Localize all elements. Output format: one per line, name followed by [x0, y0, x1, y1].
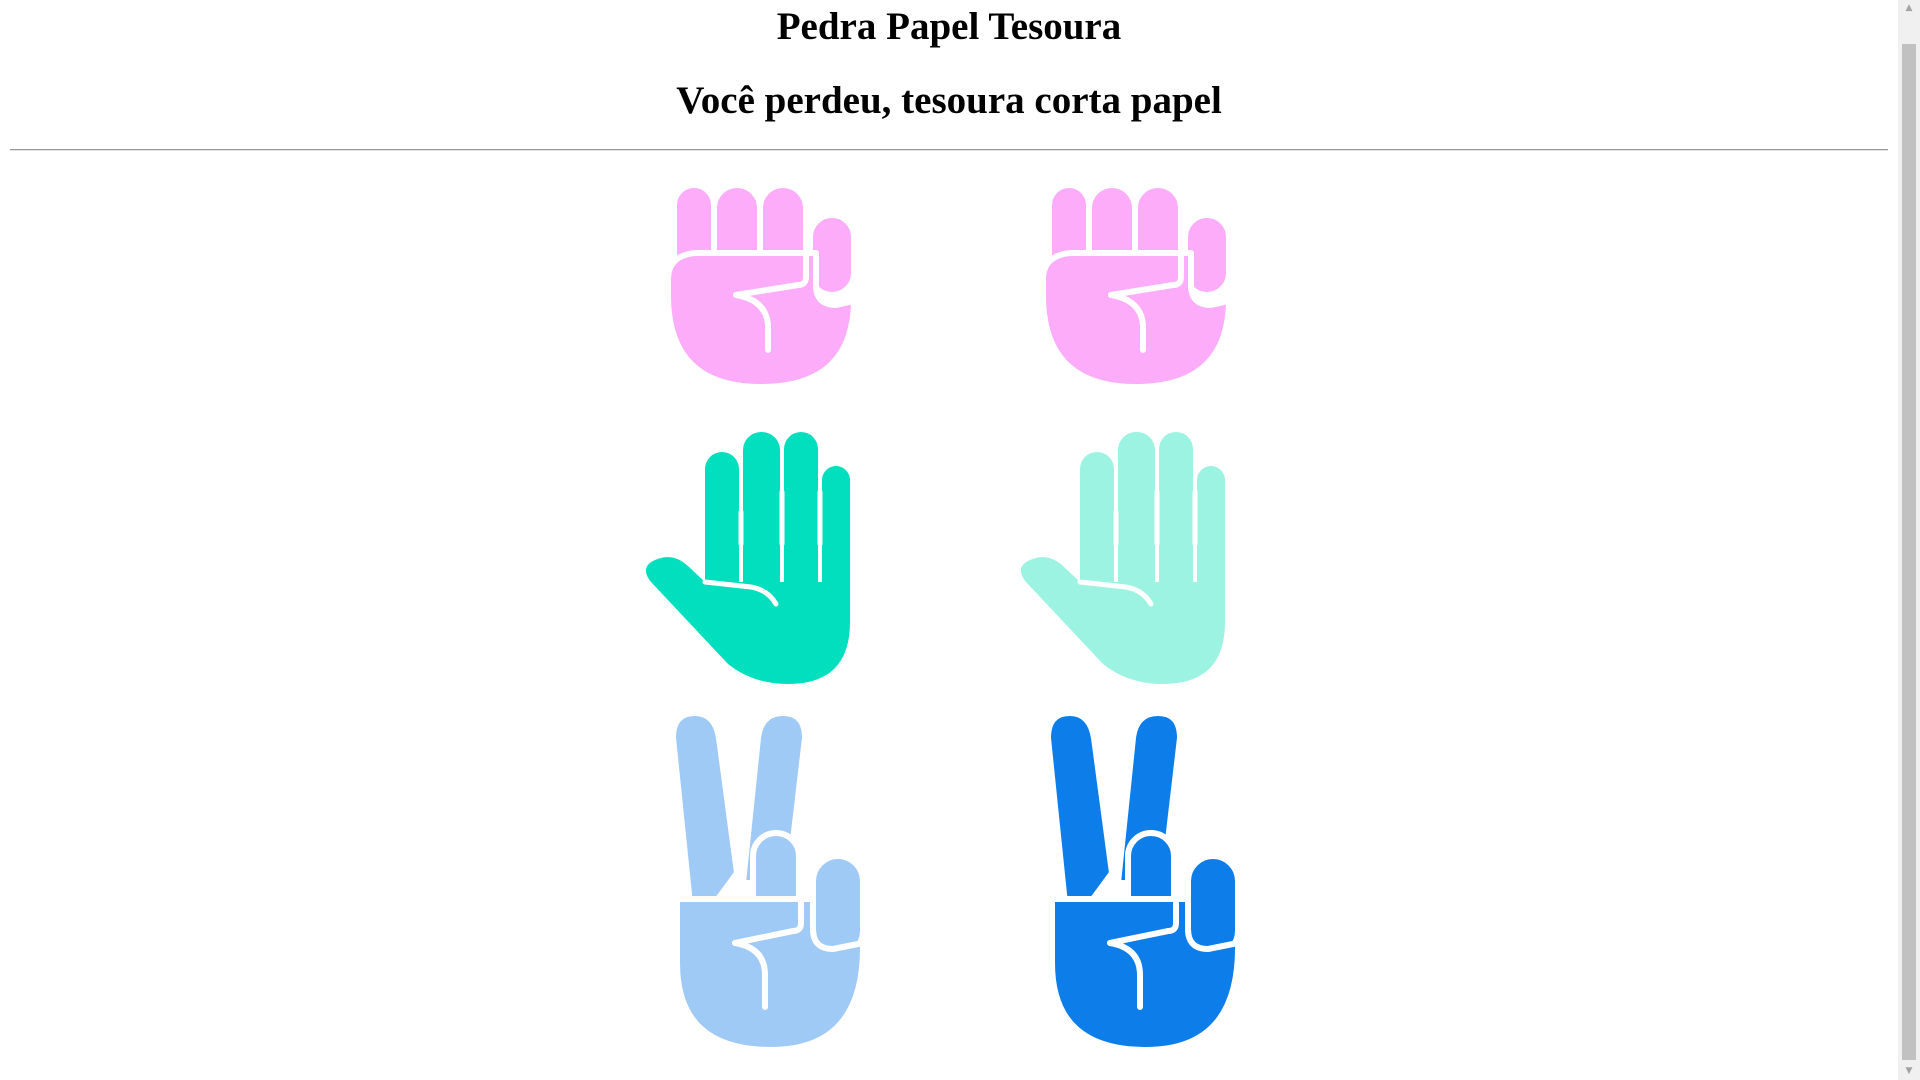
scroll-down-arrow-icon[interactable]: ▼ — [1898, 1063, 1920, 1080]
scissors-player-button[interactable] — [653, 713, 865, 1050]
paper-cpu-button[interactable] — [1018, 432, 1225, 684]
paper-player-button[interactable] — [643, 432, 850, 684]
fist-icon — [1041, 185, 1231, 387]
scissors-cpu-button[interactable] — [1028, 713, 1240, 1050]
page: Pedra Papel Tesoura Você perdeu, tesoura… — [0, 0, 1898, 1080]
rock-cpu-button[interactable] — [1041, 185, 1231, 387]
open-hand-icon — [1020, 432, 1225, 684]
page-title: Pedra Papel Tesoura — [776, 5, 1122, 48]
scrollbar-thumb[interactable] — [1902, 44, 1916, 1060]
divider — [10, 149, 1888, 151]
scroll-up-arrow-icon[interactable]: ▲ — [1898, 0, 1920, 17]
victory-hand-icon — [670, 713, 865, 1050]
rock-player-button[interactable] — [666, 185, 856, 387]
open-hand-icon — [645, 432, 850, 684]
victory-hand-icon — [1045, 713, 1240, 1050]
fist-icon — [666, 185, 856, 387]
result-message: Você perdeu, tesoura corta papel — [676, 79, 1222, 122]
vertical-scrollbar[interactable]: ▲ ▼ — [1898, 0, 1920, 1080]
